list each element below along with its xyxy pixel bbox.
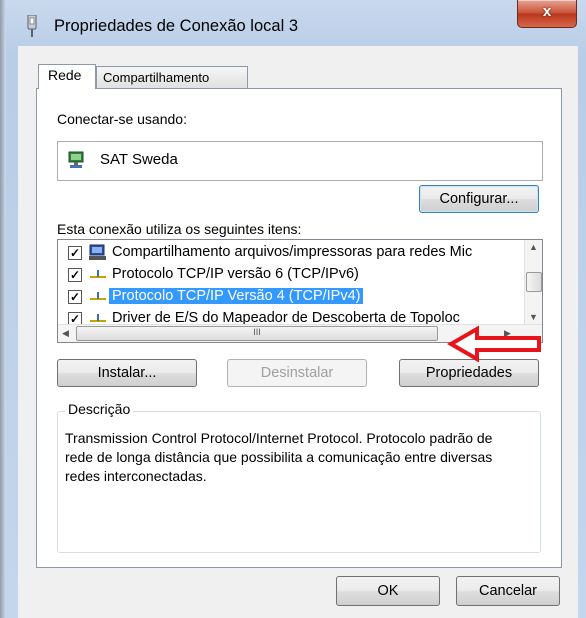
protocol-icon [90, 292, 106, 300]
configure-button[interactable]: Configurar... [419, 185, 539, 213]
protocol-icon [90, 270, 106, 278]
adapter-name: SAT Sweda [100, 151, 178, 168]
horizontal-scroll-thumb[interactable]: III [76, 326, 438, 341]
network-service-icon [89, 244, 106, 260]
tab-compartilhamento[interactable]: Compartilhamento [96, 66, 248, 88]
properties-button[interactable]: Propriedades [399, 359, 539, 387]
checkbox-icon[interactable]: ✓ [68, 268, 82, 282]
close-button[interactable]: x [517, 0, 577, 28]
connect-using-label: Conectar-se usando: [57, 111, 187, 127]
title-bar[interactable]: Propriedades de Conexão local 3 x [0, 0, 586, 46]
scroll-up-icon[interactable]: ▲ [529, 242, 538, 252]
description-text: Transmission Control Protocol/Internet P… [65, 430, 493, 484]
window-edge-shadow [0, 0, 6, 618]
vertical-scroll-thumb[interactable] [526, 272, 542, 292]
network-adapter-icon [68, 151, 84, 168]
items-label: Esta conexão utiliza os seguintes itens: [57, 221, 302, 237]
scroll-left-icon[interactable]: ◀ [62, 328, 69, 339]
list-item[interactable]: ✓ Compartilhamento arquivos/impressoras … [58, 242, 528, 264]
vertical-scrollbar[interactable]: ▲ ▼ [524, 240, 542, 325]
tab-rede[interactable]: Rede [38, 64, 96, 89]
ok-button[interactable]: OK [336, 576, 440, 606]
network-connection-icon [27, 15, 37, 37]
checkbox-icon[interactable]: ✓ [68, 246, 82, 260]
window-frame: Propriedades de Conexão local 3 x Rede C… [0, 0, 586, 618]
close-icon: x [542, 3, 552, 20]
list-item-label: Protocolo TCP/IP versão 6 (TCP/IPv6) [112, 266, 359, 282]
adapter-field: SAT Sweda [57, 141, 543, 181]
uninstall-button: Desinstalar [227, 359, 367, 387]
list-item-selected[interactable]: ✓ Protocolo TCP/IP Versão 4 (TCP/IPv4) [58, 286, 528, 308]
list-item[interactable]: ✓ Protocolo TCP/IP versão 6 (TCP/IPv6) [58, 264, 528, 286]
install-button[interactable]: Instalar... [57, 359, 197, 387]
description-legend: Descrição [65, 401, 134, 417]
list-item-label: Compartilhamento arquivos/impressoras pa… [112, 244, 473, 260]
window-title: Propriedades de Conexão local 3 [54, 17, 298, 35]
scroll-down-icon[interactable]: ▼ [529, 312, 538, 322]
list-item-label: Protocolo TCP/IP Versão 4 (TCP/IPv4) [109, 288, 364, 304]
checkbox-icon[interactable]: ✓ [68, 290, 82, 304]
annotation-arrow-icon [447, 325, 541, 363]
dialog-client-area: Rede Compartilhamento Conectar-se usando… [18, 46, 578, 618]
cancel-button[interactable]: Cancelar [456, 576, 560, 606]
tab-panel-rede: Conectar-se usando: SAT Sweda Configurar… [36, 88, 562, 568]
